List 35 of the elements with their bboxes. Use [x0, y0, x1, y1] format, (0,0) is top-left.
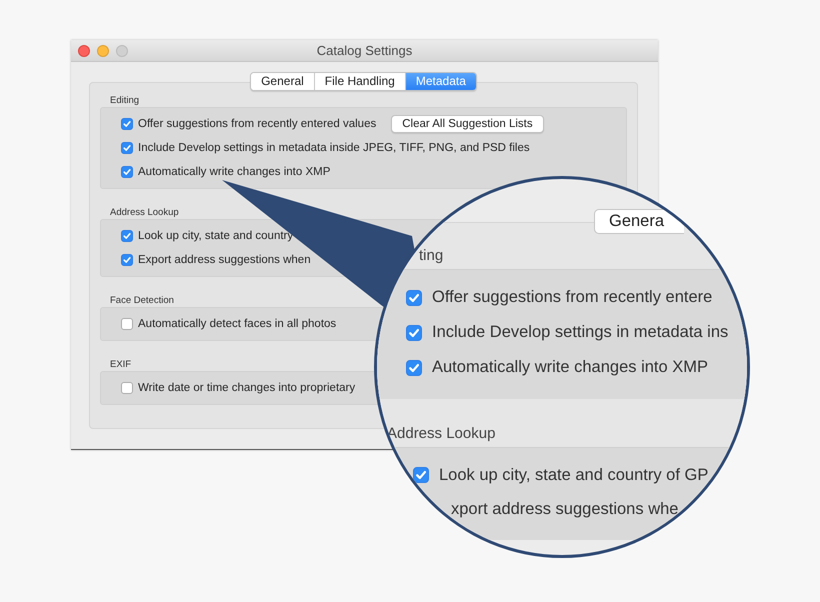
- checkbox-label: Write date or time changes into proprietary: [138, 382, 356, 394]
- section-label: ting: [419, 247, 444, 264]
- checkbox[interactable]: [406, 290, 422, 306]
- checkbox-label: Offer suggestions from recently entere: [432, 288, 712, 307]
- checkbox-label: Automatically detect faces in all photos: [138, 318, 336, 330]
- checkbox[interactable]: [121, 230, 133, 242]
- checkbox[interactable]: [121, 166, 133, 178]
- checkbox-label: Look up city, state and country: [138, 230, 294, 242]
- checkbox-label: Include Develop settings in metadata ins: [432, 323, 728, 342]
- checkbox-label: Automatically write changes into XMP: [138, 166, 330, 178]
- checkbox[interactable]: [406, 324, 422, 340]
- checkbox-label: xport address suggestions whe: [451, 500, 678, 518]
- checkbox-label: Include Develop settings in metadata inside JPEG, TIFF, PNG, and PSD files: [138, 142, 530, 154]
- checkbox-label: Automatically write changes into XMP: [432, 358, 708, 377]
- tab[interactable]: File Handling: [314, 73, 406, 90]
- clear-suggestions-button[interactable]: Clear All Suggestion Lists: [391, 115, 544, 133]
- close-button[interactable]: [78, 44, 90, 56]
- checkbox[interactable]: [121, 318, 133, 330]
- tab[interactable]: Genera: [594, 209, 684, 234]
- checkbox[interactable]: [121, 118, 133, 130]
- checkbox[interactable]: [406, 360, 422, 376]
- section-label: Face Detection: [110, 295, 174, 306]
- checkbox[interactable]: [121, 254, 133, 266]
- checkbox-label: Export address suggestions when: [138, 254, 311, 266]
- window-title: Catalog Settings: [316, 43, 412, 58]
- checkbox[interactable]: [121, 142, 133, 154]
- section-label: Editing: [110, 95, 140, 106]
- checkbox[interactable]: [121, 382, 133, 394]
- section-label: EXIF: [110, 359, 132, 370]
- checkbox-label: Offer suggestions from recently entered values: [138, 118, 376, 130]
- checkbox[interactable]: [413, 467, 429, 483]
- section-label: Address Lookup: [110, 207, 179, 218]
- tab[interactable]: General: [251, 73, 315, 90]
- checkbox-label: Look up city, state and country of GP: [439, 466, 708, 484]
- section-label: Address Lookup: [387, 425, 496, 442]
